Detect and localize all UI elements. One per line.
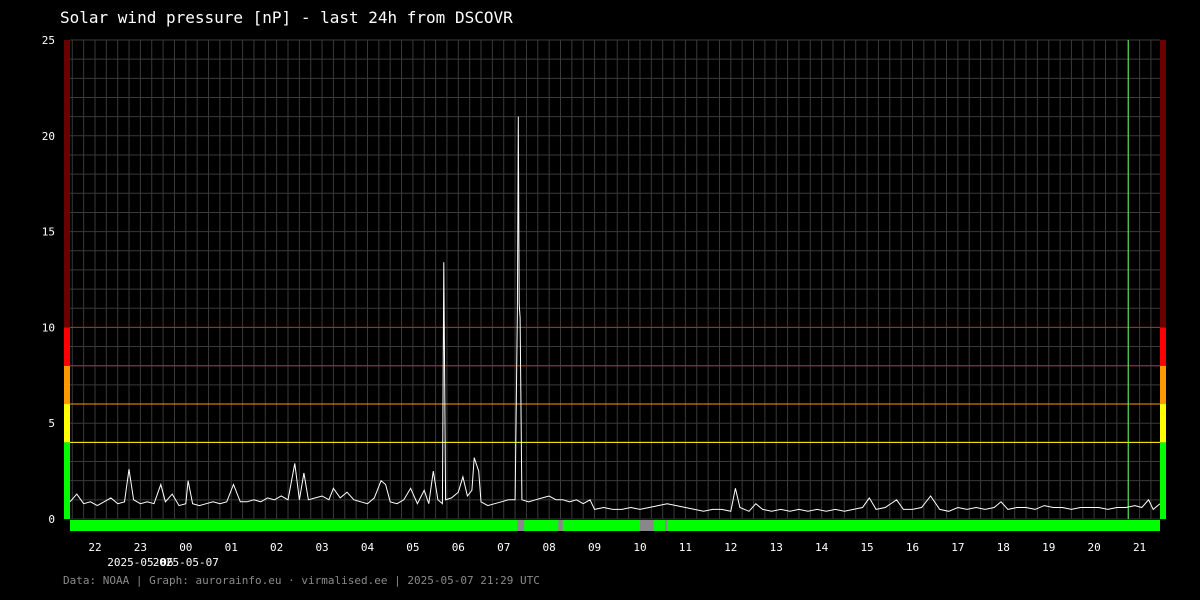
x-tick-label: 07 xyxy=(497,541,510,554)
y-tick-label: 20 xyxy=(42,130,55,143)
x-tick-label: 10 xyxy=(633,541,646,554)
x-tick-label: 19 xyxy=(1042,541,1055,554)
level-band-right-3 xyxy=(1160,327,1166,366)
level-band-left-2 xyxy=(64,365,70,405)
level-band-left-1 xyxy=(64,404,70,443)
status-gap-1 xyxy=(558,520,563,531)
y-tick-label: 15 xyxy=(42,226,55,239)
x-tick-label: 11 xyxy=(679,541,692,554)
x-tick-label: 13 xyxy=(770,541,783,554)
x-tick-label: 02 xyxy=(270,541,283,554)
level-band-right-1 xyxy=(1160,404,1166,443)
y-tick-label: 0 xyxy=(48,513,55,526)
x-tick-label: 03 xyxy=(315,541,328,554)
x-tick-label: 06 xyxy=(452,541,465,554)
level-band-right-2 xyxy=(1160,365,1166,405)
status-gap-3 xyxy=(664,520,668,531)
status-gap-2 xyxy=(639,520,654,531)
x-tick-label: 21 xyxy=(1133,541,1146,554)
status-gap-0 xyxy=(517,520,525,531)
x-tick-label: 20 xyxy=(1088,541,1101,554)
y-tick-label: 5 xyxy=(48,417,55,430)
x-tick-label: 14 xyxy=(815,541,829,554)
series-group xyxy=(69,116,1161,512)
x-tick-label: 08 xyxy=(543,541,556,554)
grid-lines xyxy=(70,39,1160,520)
level-bands xyxy=(64,40,1166,531)
x-tick-label: 15 xyxy=(860,541,873,554)
x-tick-label: 16 xyxy=(906,541,919,554)
x-date-label: 2025-05-07 xyxy=(153,556,219,569)
x-tick-label: 09 xyxy=(588,541,601,554)
y-axis: 0 5 10 15 20 25 xyxy=(42,34,55,526)
x-tick-label: 00 xyxy=(179,541,192,554)
x-tick-label: 05 xyxy=(406,541,419,554)
x-tick-label: 04 xyxy=(361,541,375,554)
level-band-left-0 xyxy=(64,442,70,519)
level-band-right-0 xyxy=(1160,442,1166,519)
series-line-0 xyxy=(69,116,1161,512)
level-band-left-4 xyxy=(64,40,70,328)
pressure-chart: 0510152025 22 23 00 01 02 03 04 05 06 07 08 09 10 11 1… xyxy=(42,34,1166,569)
threshold-lines xyxy=(70,40,1160,519)
level-band-right-4 xyxy=(1160,40,1166,328)
footer-credits: Data: NOAA | Graph: aurorainfo.eu · virm… xyxy=(63,574,540,587)
y-tick-label: 25 xyxy=(42,34,55,47)
x-tick-label: 23 xyxy=(134,541,147,554)
status-bar xyxy=(70,520,1160,531)
x-tick-label: 12 xyxy=(724,541,737,554)
x-tick-label: 22 xyxy=(88,541,101,554)
level-band-left-3 xyxy=(64,327,70,366)
y-tick-label: 10 xyxy=(42,321,55,334)
x-axis: 22 23 00 01 02 03 04 05 06 07 08 09 10 11 12 13 14 15 16 17… xyxy=(88,541,1146,569)
x-tick-label: 18 xyxy=(997,541,1010,554)
x-tick-label: 01 xyxy=(225,541,238,554)
x-tick-label: 17 xyxy=(951,541,964,554)
